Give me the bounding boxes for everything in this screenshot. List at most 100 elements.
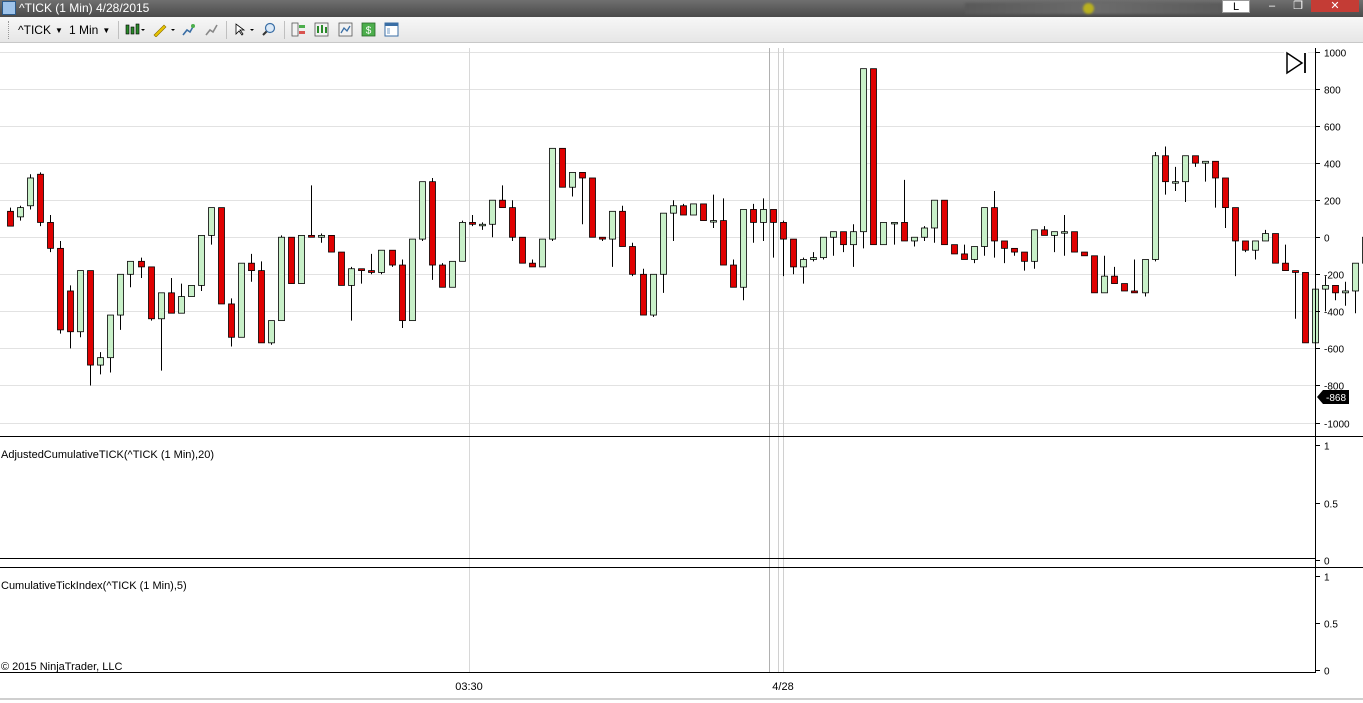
candle [198,234,205,291]
candle-body-up [158,292,165,320]
candle-body-down [1232,207,1239,242]
candle-body-up [298,234,305,284]
price-tick-label: -400 [1324,308,1344,319]
candle-body-down [1131,290,1138,294]
candle-body-up [880,222,887,246]
time-label-0330: 03:30 [455,681,483,693]
candlestick-style-icon[interactable] [124,22,146,37]
price-tick-label: -600 [1324,345,1344,356]
candle-body-down [991,207,998,242]
candle-body-down [519,236,526,264]
candle-body-down [720,220,727,266]
last-price-marker: -868 [1317,390,1349,404]
candle-body-up [1182,155,1189,183]
candle-body-up [77,270,84,333]
candle-body-up [569,172,576,188]
candle-body-up [409,238,416,322]
candle-body-up [1172,181,1179,184]
candle-body-down [1021,251,1028,262]
candle [328,234,335,253]
price-tick-label: 0 [1324,234,1330,245]
candle [429,177,436,280]
candle-body-down [87,270,94,366]
candle-body-up [1031,229,1038,262]
candle-body-down [629,246,636,275]
candle [238,262,245,338]
candle [650,273,657,317]
candle-body-down [288,236,295,284]
pencil-draw-icon[interactable] [152,22,176,37]
add-indicator-icon[interactable] [181,22,196,37]
candle-body-down [730,264,737,288]
scroll-to-end-button[interactable] [1284,51,1308,75]
candle-body-down [1001,240,1008,249]
candle-body-up [107,314,114,359]
candle-body-down [1011,247,1018,253]
status-dot-icon [1083,3,1094,14]
candle-body-up [850,231,857,246]
candle-body-up [188,285,195,297]
price-tick-label: 200 [1324,197,1341,208]
candle [941,199,948,246]
candle-body-down [770,209,777,223]
chart-properties-icon[interactable] [338,22,353,37]
candle-body-down [961,253,968,260]
candle-body-up [760,209,767,223]
candle [951,244,958,255]
candle [549,147,556,241]
candle-body-up [449,260,456,288]
candle-body-up [238,262,245,338]
candle [880,222,887,246]
instrument-selector[interactable]: ^TICK ▼ [18,21,63,39]
candle-body-down [790,238,797,268]
minimize-button[interactable]: – [1259,0,1285,12]
candle [1302,272,1309,344]
candle-body-down [559,147,566,188]
axis-tick-label: 0 [1324,557,1330,568]
candle [640,268,647,316]
dollar-icon[interactable]: $ [361,22,376,37]
candle [680,203,687,216]
candle [740,209,747,301]
strategy-icon[interactable] [204,22,219,37]
data-box-icon[interactable] [291,22,306,37]
interval-selector[interactable]: 1 Min ▼ [69,21,110,39]
app-icon [2,1,16,15]
candle-body-down [619,210,626,247]
candle-body-up [489,199,496,225]
candle-body-up [1101,275,1108,294]
candle-body-down [399,264,406,322]
candle-body-down [1212,160,1219,179]
price-tick-label: -200 [1324,271,1344,282]
template-icon[interactable] [384,22,399,37]
candle-body-down [1292,270,1299,273]
price-tick-label: 400 [1324,160,1341,171]
candle-body-down [168,292,175,314]
zoom-icon[interactable] [262,22,277,37]
candle [1242,240,1249,253]
pointer-icon[interactable] [233,22,257,37]
chart-trader-icon[interactable] [314,22,329,37]
candle-body-up [1322,285,1329,290]
close-button[interactable]: ✕ [1311,0,1359,12]
link-button[interactable]: L [1222,0,1250,13]
candle [258,261,265,344]
candle-body-down [47,222,54,249]
candle-body-up [479,223,486,227]
candle-body-up [1262,233,1269,242]
maximize-button[interactable]: ❐ [1285,0,1311,12]
candle-body-down [1041,229,1048,236]
candle-body-up [348,268,355,286]
candle-body-down [1282,262,1289,271]
candle-body-up [1051,231,1058,236]
axis-tick-label: 0 [1324,667,1330,678]
candle-body-up [800,259,807,268]
candle [629,242,636,277]
candle-body-up [1061,231,1068,234]
candle-body-up [609,210,616,240]
candle-body-down [1162,155,1169,183]
candle-body-up [931,199,938,229]
time-label-date: 4/28 [772,681,793,693]
chart-area[interactable]: 10008006004002000-200-400-600-800-1000 1… [0,43,1363,703]
candle [589,177,596,238]
